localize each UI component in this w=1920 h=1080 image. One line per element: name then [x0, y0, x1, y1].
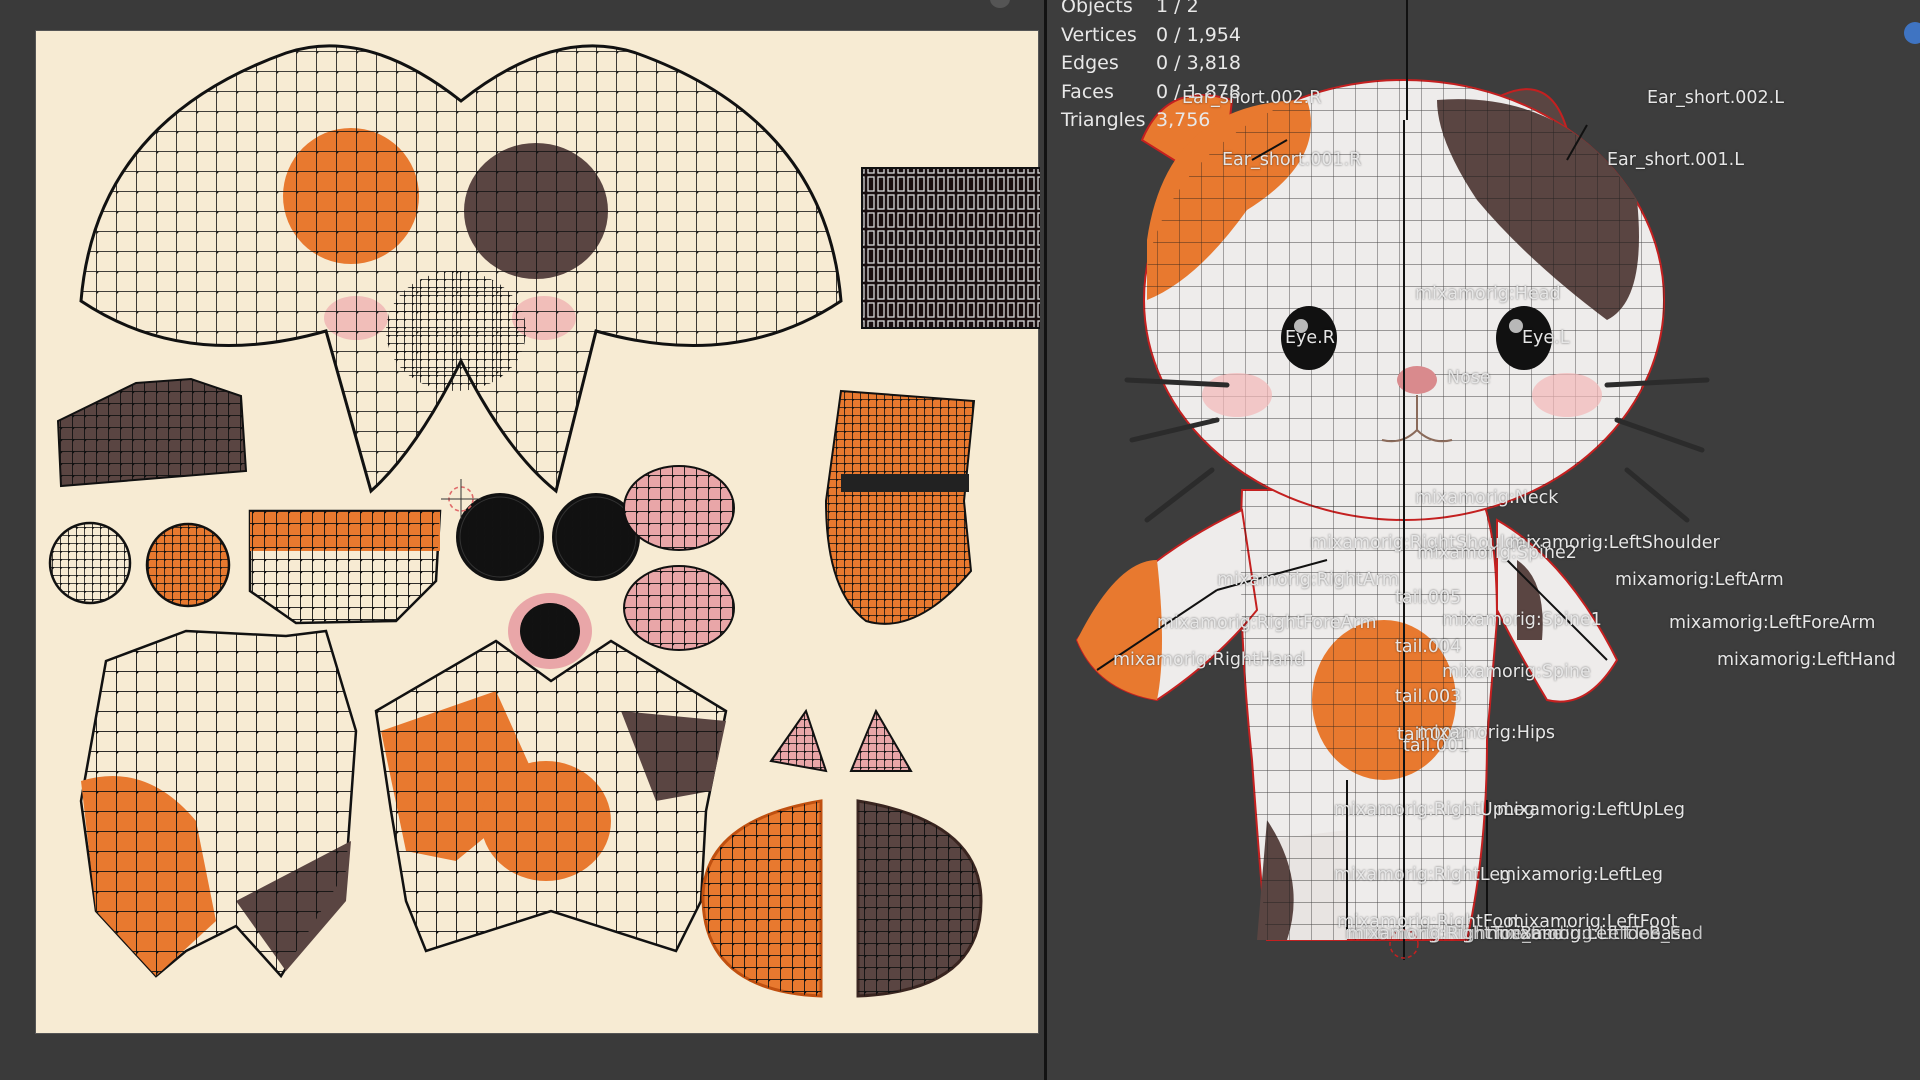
uv-island-foot-right[interactable] [856, 799, 983, 998]
stat-objects: Objects 1 / 2 [1061, 0, 1199, 17]
uv-island-foot-left[interactable] [701, 799, 823, 998]
uv-island-ear-left[interactable] [56, 377, 248, 488]
bone-label-ear-short-001-l: Ear_short.001.L [1607, 150, 1744, 170]
uv-navigation-gizmo[interactable] [990, 0, 1010, 8]
uv-texture-canvas[interactable] [35, 30, 1040, 1034]
uv-island-small-round-2[interactable] [145, 522, 231, 608]
uv-island-small-round-1[interactable] [48, 521, 132, 605]
uv-island-whiskers[interactable] [861, 167, 1040, 329]
bone-label-right-leg: mixamorig:RightLeg [1334, 865, 1512, 885]
3d-viewport[interactable]: Objects 1 / 2 Vertices 0 / 1,954 Edges 0 / … [1047, 0, 1920, 1080]
bone-label-left-arm: mixamorig:LeftArm [1615, 570, 1784, 590]
bone-label-head: mixamorig:Head [1415, 284, 1561, 304]
bone-label-right-hand: mixamorig:RightHand [1113, 650, 1305, 670]
bone-label-right-forearm: mixamorig:RightForeArm [1157, 613, 1377, 633]
bone-label-eye-l: Eye.L [1522, 328, 1570, 348]
bone-label-left-leg: mixamorig:LeftLeg [1499, 865, 1664, 885]
bone-label-ear-short-002-l: Ear_short.002.L [1647, 88, 1784, 108]
bone-label-tail-004: tail.004 [1395, 637, 1462, 657]
bone-label-left-upleg: mixamorig:LeftUpLeg [1497, 800, 1685, 820]
bone-label-ear-short-001-r: Ear_short.001.R [1222, 150, 1362, 170]
bone-label-left-forearm: mixamorig:LeftForeArm [1669, 613, 1876, 633]
bone-label-tail-001: tail.001 [1403, 736, 1470, 756]
bone-label-tail-003: tail.003 [1395, 687, 1462, 707]
bone-label-spine1: mixamorig:Spine1 [1442, 610, 1602, 630]
bone-label-spine2: mixamorig:Spine2 [1417, 543, 1577, 563]
bone-label-ear-short-002-r: Ear_short.002.R [1182, 88, 1322, 108]
stat-edges: Edges 0 / 3,818 [1061, 52, 1241, 74]
uv-island-tail-strip[interactable] [248, 509, 442, 625]
bone-label-nose: Nose [1447, 368, 1491, 388]
uv-editor-panel[interactable] [0, 0, 1044, 1080]
viewport-gizmo-icon[interactable] [1904, 22, 1920, 44]
bone-label-tail-005: tail.005 [1395, 588, 1462, 608]
stat-triangles: Triangles 3,756 [1061, 109, 1211, 131]
uv-island-inner-ears[interactable] [769, 708, 913, 773]
bone-label-eye-r: Eye.R [1285, 328, 1335, 348]
viewport-statistics: Objects 1 / 2 Vertices 0 / 1,954 Edges 0 / … [1061, 0, 1241, 135]
bone-label-left-hand: mixamorig:LeftHand [1717, 650, 1896, 670]
bone-label-right-arm: mixamorig:RightArm [1217, 570, 1399, 590]
uv-island-body-front[interactable] [374, 639, 728, 953]
bone-label-left-toe-end: mixamorig:LeftToe_End [1499, 924, 1703, 944]
uv-island-body-back[interactable] [79, 629, 358, 979]
uv-island-eyes[interactable] [456, 493, 640, 581]
uv-island-paws[interactable] [623, 465, 735, 651]
bone-label-spine: mixamorig:Spine [1442, 662, 1591, 682]
stat-vertices: Vertices 0 / 1,954 [1061, 23, 1241, 46]
uv-island-tail[interactable] [824, 389, 976, 625]
uv-layout-svg [48, 44, 1040, 998]
bone-label-neck: mixamorig:Neck [1415, 488, 1559, 508]
